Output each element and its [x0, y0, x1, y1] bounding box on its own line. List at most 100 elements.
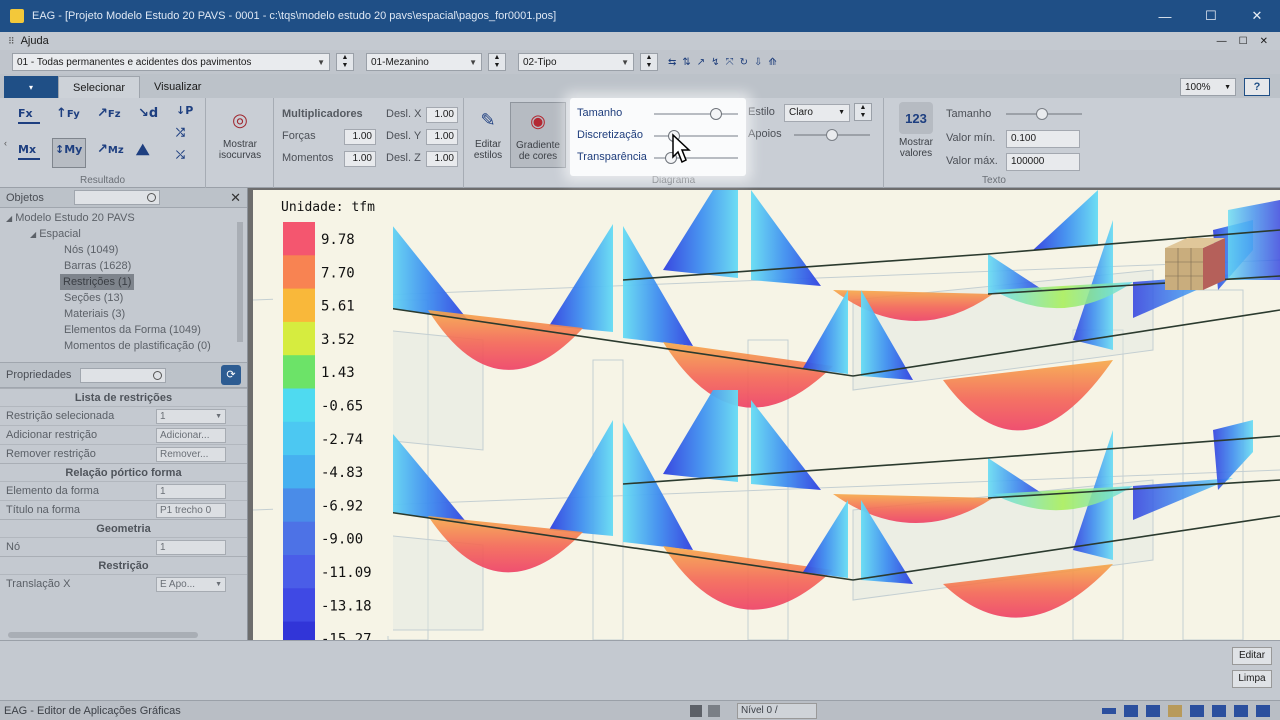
refresh-icon[interactable]: ⟳	[221, 365, 241, 385]
quick-mx-icon[interactable]: ↯	[711, 57, 719, 68]
zoom-select[interactable]: 100% ▼	[1180, 78, 1236, 96]
result-mz-icon[interactable]: ↗Mz	[97, 142, 124, 157]
no-value[interactable]: 1	[156, 539, 226, 555]
moment-diagram-canvas[interactable]: Unidade: tfm 9.78 7.70 5.61 3.52 1.43 -0.65 -2.…	[253, 190, 1280, 640]
desl-z-input[interactable]: 1.00	[426, 151, 458, 167]
tree-item-secoes[interactable]: Seções (13)	[0, 290, 247, 306]
adicionar-restricao-button[interactable]: Adicionar...	[156, 427, 226, 443]
valor-max-input[interactable]: 100000	[1006, 153, 1080, 171]
mdi-restore-button[interactable]: ☐	[1239, 36, 1248, 47]
remover-restricao-button[interactable]: Remover...	[156, 446, 226, 462]
close-button[interactable]: ✕	[1234, 8, 1280, 24]
zoom-value: 100%	[1185, 81, 1211, 93]
result-fz-icon[interactable]: ↗Fz	[97, 106, 121, 121]
mdi-minimize-button[interactable]: —	[1217, 36, 1227, 47]
result-mx-icon[interactable]: Mx	[18, 142, 40, 160]
editar-estilos-button[interactable]: ✎ Editar estilos	[468, 104, 508, 162]
view-cube-icon[interactable]	[1165, 238, 1225, 290]
close-panel-icon[interactable]: ✕	[230, 190, 241, 206]
floor-b-spinner[interactable]: ▲ ▼	[640, 53, 658, 71]
transparencia-slider[interactable]	[654, 152, 738, 164]
elemento-forma-value[interactable]: 1	[156, 483, 226, 499]
edit-icon[interactable]	[1190, 704, 1204, 717]
properties-hscrollbar[interactable]	[8, 632, 198, 638]
quick-fz-icon[interactable]: ↗	[697, 57, 705, 68]
momentos-input[interactable]: 1.00	[344, 151, 376, 167]
apoios-slider-knob[interactable]	[826, 129, 838, 141]
isocurvas-button[interactable]: ◎ Mostrar isocurvas	[216, 104, 264, 162]
beam-icon[interactable]	[1102, 707, 1116, 714]
reaction-scatter-icon[interactable]: ⤯	[176, 148, 185, 162]
desl-y-input[interactable]: 1.00	[426, 129, 458, 145]
estilo-select[interactable]: Claro ▼	[784, 104, 850, 122]
window-title: EAG - [Projeto Modelo Estudo 20 PAVS - 0…	[32, 10, 557, 22]
ribbon-scroll-left-icon[interactable]: ‹	[4, 138, 7, 148]
desl-x-input[interactable]: 1.00	[426, 107, 458, 123]
tamanho-slider-knob[interactable]	[710, 108, 722, 120]
tree-scrollbar[interactable]	[237, 222, 243, 342]
result-vd-icon[interactable]: ↘d	[138, 106, 158, 121]
file-tab[interactable]: ▾	[4, 76, 58, 98]
load-case-spinner[interactable]: ▲ ▼	[336, 53, 354, 71]
restricao-selecionada-select[interactable]: 1 ▼	[156, 408, 226, 424]
result-fy-icon[interactable]: ↑Fy	[56, 106, 80, 121]
tamanho-slider[interactable]	[654, 108, 738, 120]
model-3d-viewport[interactable]: Unidade: tfm 9.78 7.70 5.61 3.52 1.43 -0.65 -2.…	[253, 190, 1280, 640]
titulo-forma-value[interactable]: P1 trecho 0	[156, 502, 226, 518]
quick-mz-icon[interactable]: ↻	[740, 57, 748, 68]
maximize-button[interactable]: ☐	[1188, 8, 1234, 24]
apoios-slider[interactable]	[794, 129, 870, 141]
mdi-close-button[interactable]: ✕	[1260, 36, 1268, 47]
minimize-button[interactable]: —	[1142, 9, 1188, 24]
floor-b-select[interactable]: 02-Tipo ▼	[518, 53, 634, 71]
cube-icon[interactable]	[1168, 704, 1182, 717]
texto-tamanho-knob[interactable]	[1036, 108, 1048, 120]
menu-item-ajuda[interactable]: Ajuda	[21, 35, 49, 47]
quick-fy-icon[interactable]: ⇅	[682, 57, 690, 68]
translacao-x-select[interactable]: E Apo... ▼	[156, 576, 226, 592]
editar-button[interactable]: Editar	[1232, 647, 1272, 665]
objects-search-input[interactable]	[74, 190, 160, 205]
tree-item-espacial[interactable]: ◢ Espacial	[0, 226, 247, 242]
mostrar-valores-button[interactable]: 123 Mostrar valores	[892, 102, 940, 159]
tree-item-barras[interactable]: Barras (1628)	[0, 258, 247, 274]
reaction-rotate-icon[interactable]: ⤮	[176, 126, 185, 140]
texto-tamanho-slider[interactable]	[1006, 108, 1082, 120]
tree-item-nos[interactable]: Nós (1049)	[0, 242, 247, 258]
load-case-select[interactable]: 01 - Todas permanentes e acidentes dos p…	[12, 53, 330, 71]
tree-item-model[interactable]: ◢ Modelo Estudo 20 PAVS	[0, 210, 247, 226]
forcas-input[interactable]: 1.00	[344, 129, 376, 145]
tab-visualizar[interactable]: Visualizar	[140, 76, 216, 98]
grid-icon[interactable]	[1146, 704, 1160, 717]
gradiente-cores-button[interactable]: ◉ Gradiente de cores	[510, 102, 566, 168]
estilo-label: Estilo	[748, 106, 775, 118]
tree-item-momentos[interactable]: Momentos de plastificação (0)	[0, 338, 247, 354]
quick-my-icon[interactable]: ⤧	[726, 57, 734, 68]
node-icon[interactable]	[1124, 704, 1138, 717]
floor-a-spinner[interactable]: ▲ ▼	[488, 53, 506, 71]
zoom-icon[interactable]	[1256, 704, 1270, 717]
result-fx-icon[interactable]: Fx	[18, 106, 40, 124]
restricao-selecionada-label: Restrição selecionada	[6, 410, 115, 422]
deformed-shape-icon[interactable]: ⛰	[136, 140, 149, 160]
quick-fx-icon[interactable]: ⇆	[668, 57, 676, 68]
floor-a-select[interactable]: 01-Mezanino ▼	[366, 53, 482, 71]
tree-item-restricoes[interactable]: Restrições (1)	[0, 274, 247, 290]
limpar-button[interactable]: Limpa	[1232, 670, 1272, 688]
properties-search-input[interactable]	[80, 367, 166, 383]
reaction-up-icon[interactable]: ↓P	[176, 104, 193, 117]
tree-item-elementos[interactable]: Elementos da Forma (1049)	[0, 322, 247, 338]
tree-item-materiais[interactable]: Materiais (3)	[0, 306, 247, 322]
quick-result-icons: ⇆ ⇅ ↗ ↯ ⤧ ↻ ⇩ ⟰	[668, 57, 777, 68]
nivel-field[interactable]: Nível 0 /	[737, 702, 817, 719]
result-my-icon[interactable]: ↕My	[52, 138, 86, 168]
valor-min-input[interactable]: 0.100	[1006, 130, 1080, 148]
rotate-icon[interactable]	[1212, 704, 1226, 717]
quick-deform-icon[interactable]: ⟰	[768, 57, 776, 68]
discretizacao-slider[interactable]	[654, 130, 738, 142]
tab-selecionar[interactable]: Selecionar	[58, 76, 140, 98]
quick-react-icon[interactable]: ⇩	[754, 57, 762, 68]
pan-icon[interactable]	[1234, 704, 1248, 717]
estilo-spinner[interactable]: ▲ ▼	[854, 103, 872, 121]
help-button[interactable]: ?	[1244, 78, 1270, 96]
